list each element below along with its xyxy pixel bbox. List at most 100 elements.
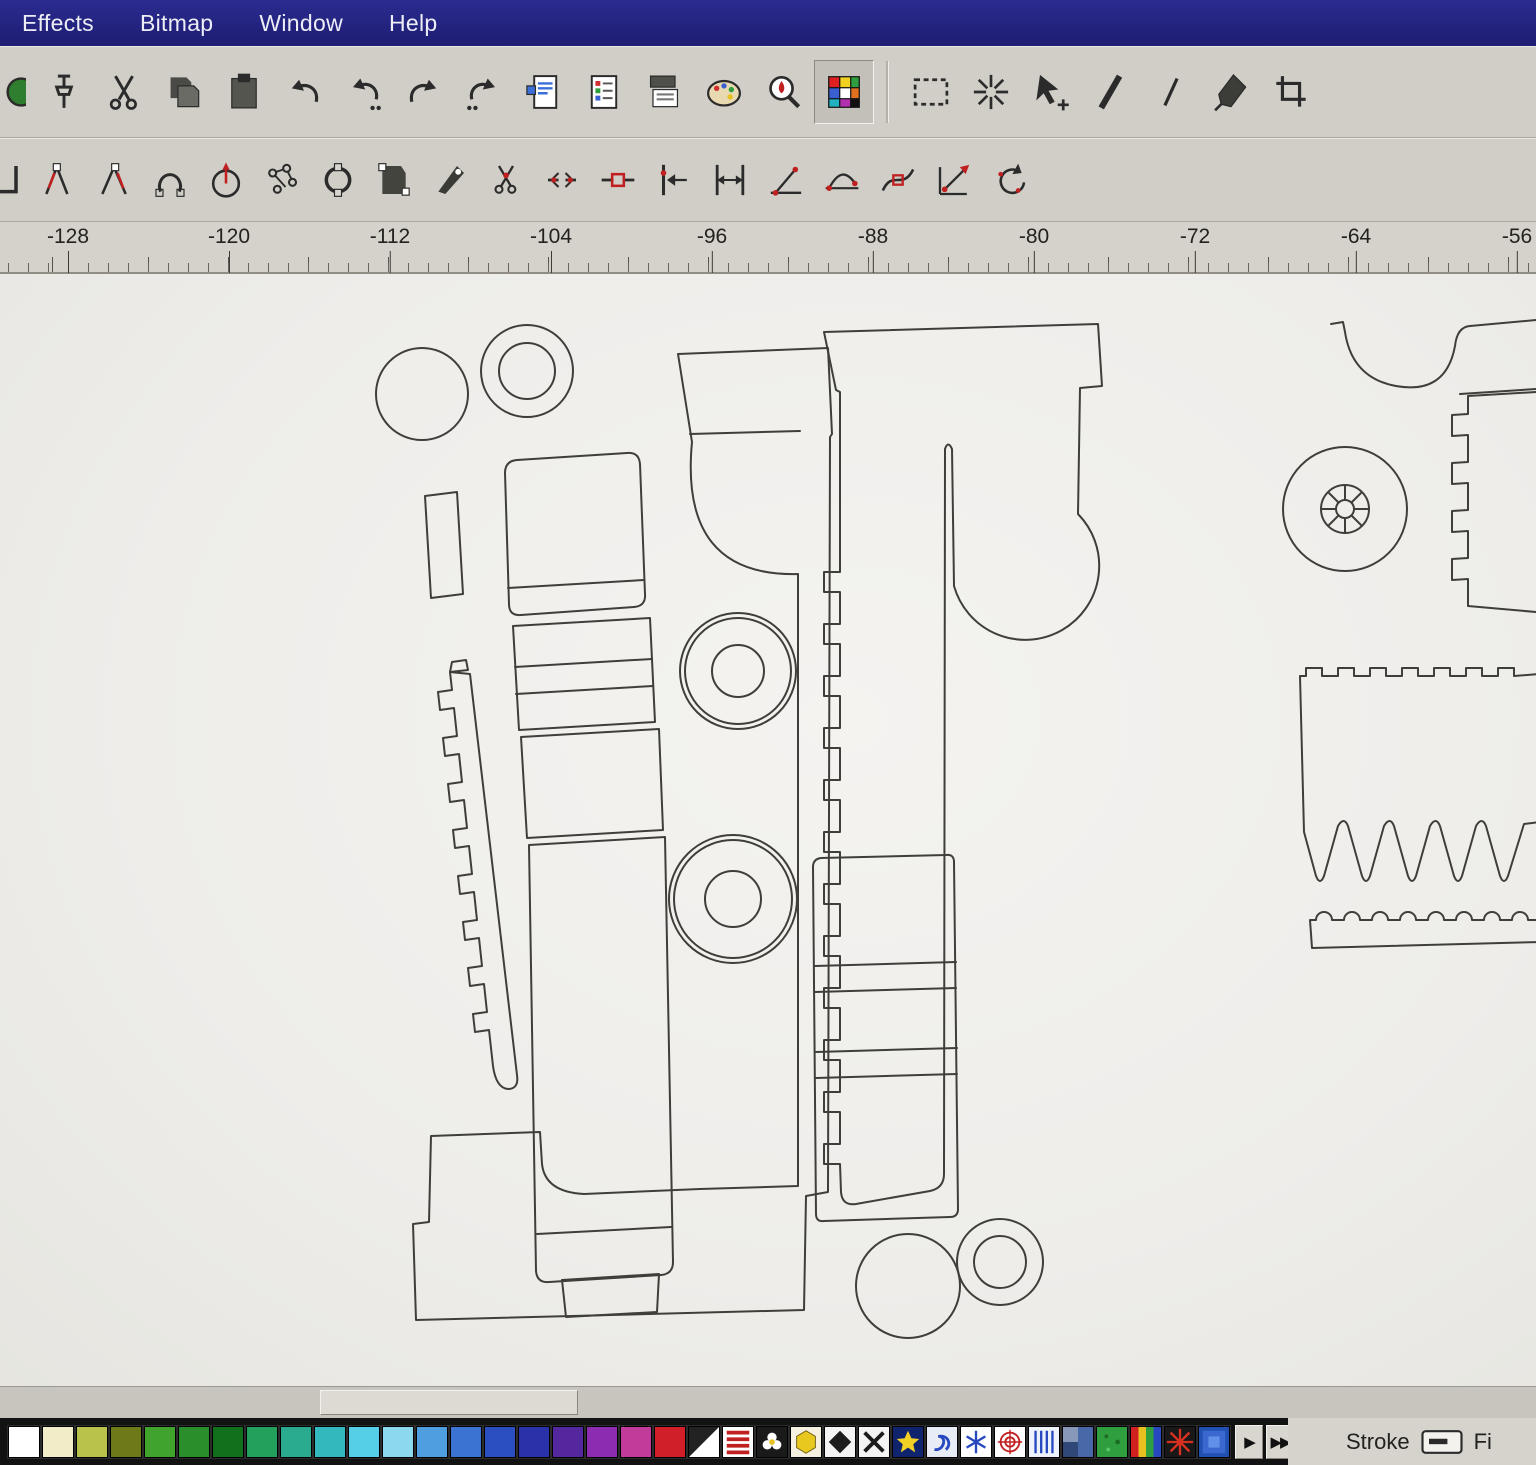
smooth-node-icon[interactable] — [814, 150, 870, 210]
color-swatch[interactable] — [75, 1424, 109, 1459]
grip-body[interactable] — [528, 836, 674, 1318]
gauge-icon[interactable] — [198, 150, 254, 210]
washer-lower[interactable] — [668, 834, 798, 964]
import-icon[interactable] — [514, 60, 574, 124]
color-swatch[interactable] — [619, 1424, 653, 1459]
menu-effects[interactable]: Effects — [22, 10, 94, 37]
copy-icon[interactable] — [154, 60, 214, 124]
color-swatch[interactable] — [177, 1424, 211, 1459]
menu-bitmap[interactable]: Bitmap — [140, 10, 213, 37]
toothed-comb[interactable] — [1299, 667, 1536, 882]
flower-pattern-swatch[interactable] — [755, 1424, 789, 1459]
color-swatch[interactable] — [245, 1424, 279, 1459]
export-icon[interactable] — [574, 60, 634, 124]
color-swatch[interactable] — [347, 1424, 381, 1459]
drawing-canvas[interactable] — [0, 274, 1536, 1386]
rotate-ring-icon[interactable] — [310, 150, 366, 210]
crop-icon[interactable] — [1261, 60, 1321, 124]
notched-side-panel[interactable] — [1451, 391, 1536, 613]
color-swatch[interactable] — [381, 1424, 415, 1459]
pick-plus-icon[interactable] — [1021, 60, 1081, 124]
arched-top-panel[interactable] — [1330, 319, 1536, 395]
texture-rainbow-swatch[interactable] — [1129, 1424, 1163, 1459]
texture-starburst-swatch[interactable] — [1163, 1424, 1197, 1459]
two-color-pattern-swatch[interactable] — [687, 1424, 721, 1459]
to-curve-icon[interactable] — [702, 150, 758, 210]
undo-icon[interactable] — [274, 60, 334, 124]
color-swatch[interactable] — [313, 1424, 347, 1459]
grip-band-lower[interactable] — [520, 728, 664, 839]
color-swatch[interactable] — [483, 1424, 517, 1459]
washer-upper[interactable] — [679, 612, 797, 730]
redo-icon[interactable] — [394, 60, 454, 124]
color-swatch[interactable] — [109, 1424, 143, 1459]
curve-handles-alt-icon[interactable] — [86, 150, 142, 210]
color-swatch[interactable] — [211, 1424, 245, 1459]
postscript-texture-swatch[interactable] — [925, 1424, 959, 1459]
menu-help[interactable]: Help — [389, 10, 438, 37]
color-swatch[interactable] — [279, 1424, 313, 1459]
pin-icon[interactable] — [34, 60, 94, 124]
star-pattern-swatch[interactable] — [891, 1424, 925, 1459]
pen-nib-icon[interactable] — [422, 150, 478, 210]
ring-bottom[interactable] — [956, 1218, 1044, 1306]
horseshoe-curve-icon[interactable] — [142, 150, 198, 210]
hexagon-pattern-swatch[interactable] — [789, 1424, 823, 1459]
curve-handles-icon[interactable] — [30, 150, 86, 210]
serrated-strip[interactable] — [437, 659, 519, 1090]
ring-small[interactable] — [480, 324, 574, 418]
horizontal-scrollbar[interactable] — [0, 1386, 1536, 1418]
color-swatch[interactable] — [449, 1424, 483, 1459]
grip-band-upper[interactable] — [512, 617, 656, 731]
spoke-wheel[interactable] — [1282, 446, 1408, 572]
banded-rect-part[interactable] — [812, 853, 959, 1223]
clipped-left-icon[interactable] — [0, 60, 34, 124]
undo-list-icon[interactable] — [334, 60, 394, 124]
clipped-node-icon[interactable] — [0, 150, 30, 210]
scrollbar-thumb[interactable] — [320, 1390, 578, 1415]
texture-green-swatch[interactable] — [1095, 1424, 1129, 1459]
menu-window[interactable]: Window — [259, 10, 343, 37]
color-swatch[interactable] — [551, 1424, 585, 1459]
palette-scroll-fast-icon[interactable]: ▶▶ — [1266, 1424, 1288, 1459]
color-swatch[interactable] — [41, 1424, 75, 1459]
boot-part-with-base[interactable] — [412, 347, 833, 1321]
snowflake-pattern-swatch[interactable] — [959, 1424, 993, 1459]
wand-icon[interactable] — [961, 60, 1021, 124]
texture-blue-swatch[interactable] — [1197, 1424, 1231, 1459]
t-bracket-with-notched-strip[interactable] — [823, 323, 1103, 1206]
dark-sheet-nodes-icon[interactable] — [366, 150, 422, 210]
to-line-icon[interactable] — [646, 150, 702, 210]
thick-line-icon[interactable] — [1081, 60, 1141, 124]
color-grid-icon[interactable] — [814, 60, 874, 124]
cut-icon[interactable] — [94, 60, 154, 124]
texture-blue-gray-swatch[interactable] — [1061, 1424, 1095, 1459]
circle-small[interactable] — [375, 347, 469, 441]
web-pattern-swatch[interactable] — [993, 1424, 1027, 1459]
marquee-icon[interactable] — [901, 60, 961, 124]
stroke-width-icon[interactable] — [1420, 1429, 1464, 1455]
color-swatch[interactable] — [517, 1424, 551, 1459]
print-merge-icon[interactable] — [634, 60, 694, 124]
full-color-pattern-swatch[interactable] — [721, 1424, 755, 1459]
circle-bottom[interactable] — [855, 1233, 961, 1339]
zoom-icon[interactable] — [754, 60, 814, 124]
color-swatch[interactable] — [653, 1424, 687, 1459]
palette-scroll-icon[interactable]: ▶ — [1235, 1424, 1263, 1459]
palette-icon[interactable] — [694, 60, 754, 124]
bump-strip[interactable] — [1309, 911, 1536, 949]
cusp-node-icon[interactable] — [758, 150, 814, 210]
grip-top-section[interactable] — [504, 451, 647, 617]
color-swatch[interactable] — [7, 1424, 41, 1459]
diamond-pattern-swatch[interactable] — [823, 1424, 857, 1459]
paste-icon[interactable] — [214, 60, 274, 124]
knife-icon[interactable] — [1201, 60, 1261, 124]
molecule-nodes-icon[interactable] — [254, 150, 310, 210]
scale-nodes-icon[interactable] — [926, 150, 982, 210]
join-node-icon[interactable] — [590, 150, 646, 210]
break-node-icon[interactable] — [534, 150, 590, 210]
redo-list-icon[interactable] — [454, 60, 514, 124]
color-swatch[interactable] — [415, 1424, 449, 1459]
thin-line-icon[interactable] — [1141, 60, 1201, 124]
cross-pattern-swatch[interactable] — [857, 1424, 891, 1459]
